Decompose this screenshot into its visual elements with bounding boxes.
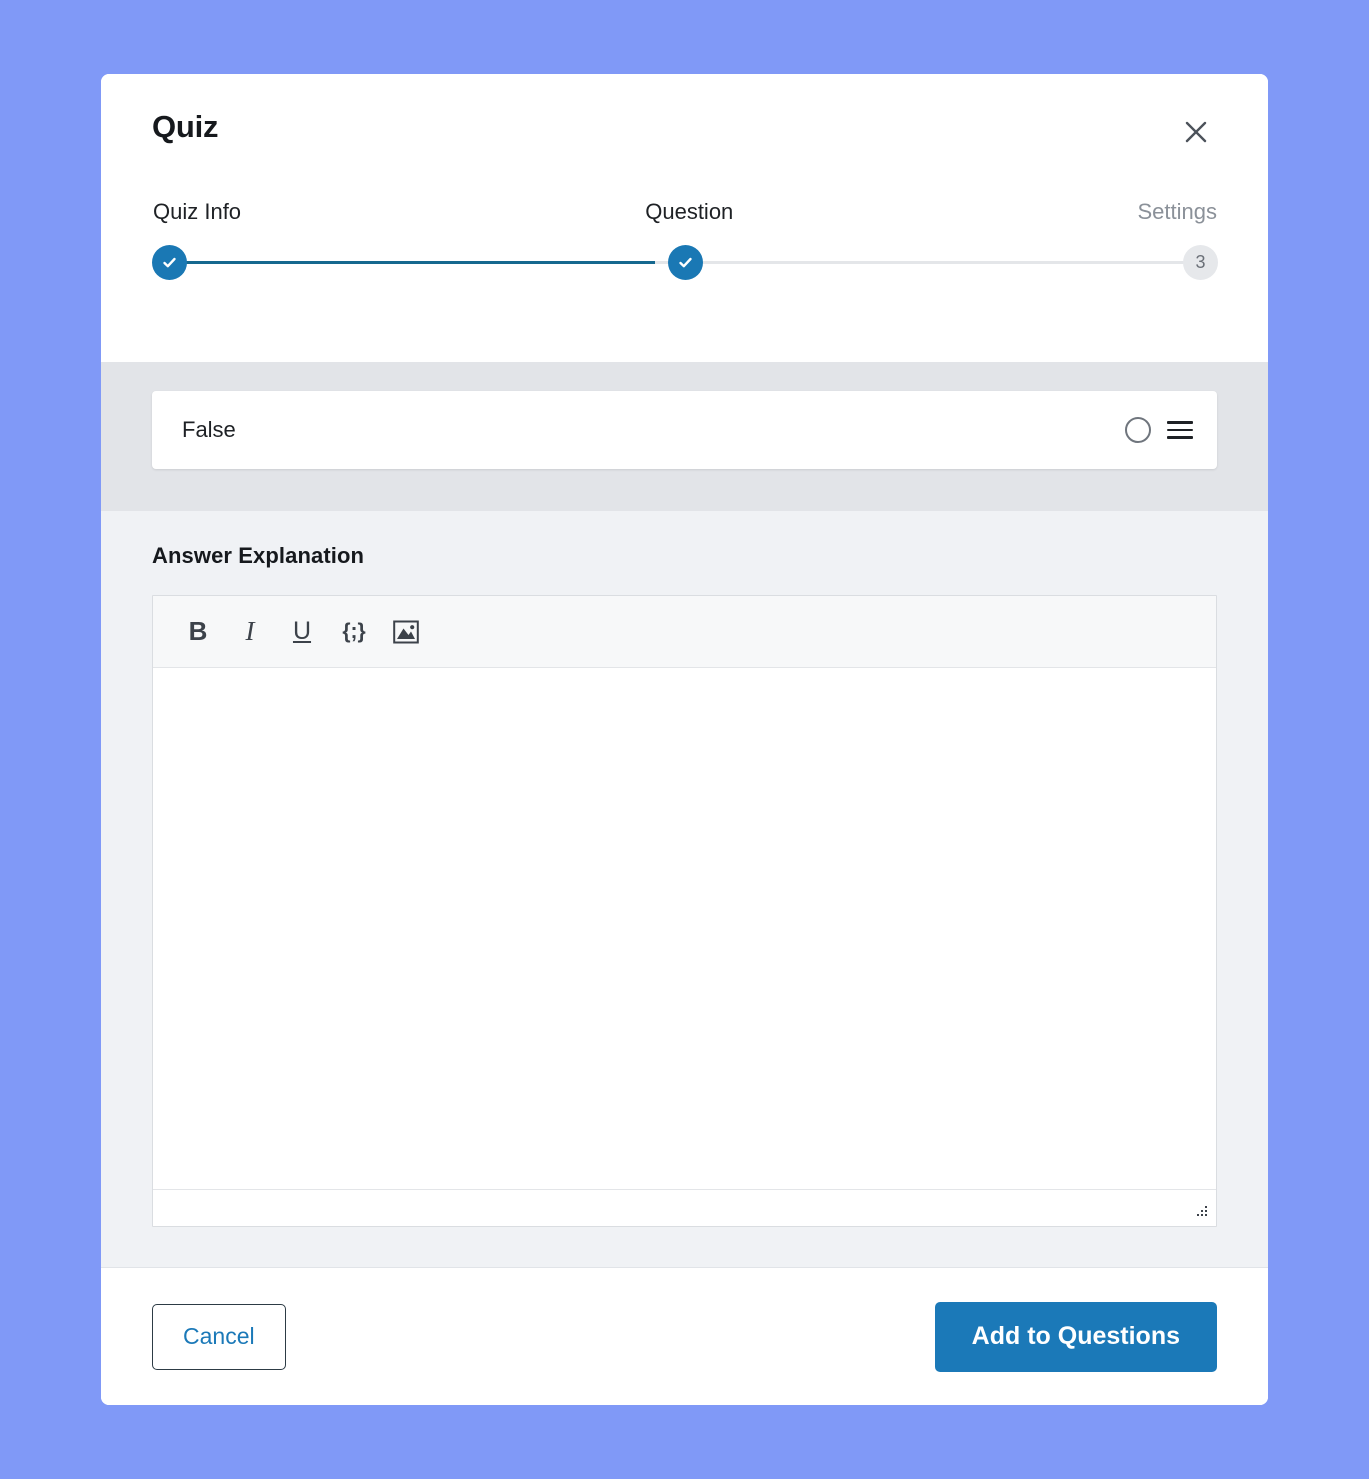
add-to-questions-button[interactable]: Add to Questions [934, 1301, 1217, 1372]
close-icon [1185, 121, 1207, 143]
stepper-label-quiz-info: Quiz Info [153, 199, 242, 225]
drag-handle-line [1167, 428, 1193, 432]
image-icon-glyph [393, 620, 419, 643]
stepper-track: 3 [152, 245, 1218, 281]
resize-grip-icon[interactable] [1193, 1204, 1209, 1220]
stepper-label-question: Question [645, 199, 734, 225]
quiz-modal: Quiz Quiz Info Question Settings 3 False… [101, 74, 1268, 1405]
answer-text: False [182, 417, 236, 442]
answer-actions [1125, 417, 1195, 443]
editor-toolbar: B I U {;} [153, 596, 1216, 668]
close-button[interactable] [1176, 112, 1216, 152]
answer-explanation-label: Answer Explanation [152, 543, 365, 568]
stepper-label-settings: Settings [1137, 199, 1217, 225]
answer-explanation-section: Answer Explanation B I U {;} [101, 511, 1268, 1267]
rich-text-editor: B I U {;} [152, 595, 1217, 1227]
stepper-dots: 3 [152, 245, 1218, 281]
drag-handle-icon[interactable] [1165, 417, 1195, 443]
drag-handle-line [1167, 421, 1193, 424]
modal-footer: Cancel Add to Questions [101, 1267, 1268, 1405]
check-icon [678, 257, 692, 268]
cancel-button[interactable]: Cancel [152, 1303, 286, 1370]
answer-explanation-input[interactable] [153, 668, 1216, 1189]
stepper-labels: Quiz Info Question Settings [152, 201, 1218, 223]
radio-unchecked-icon[interactable] [1125, 417, 1151, 443]
underline-icon[interactable]: U [279, 609, 325, 655]
stepper-dot-quiz-info[interactable] [152, 245, 187, 281]
page-title: Quiz [152, 109, 219, 144]
drag-handle-line [1167, 436, 1193, 439]
code-icon[interactable]: {;} [331, 609, 377, 655]
answer-row[interactable]: False [152, 391, 1217, 469]
editor-statusbar [153, 1189, 1216, 1226]
editor-body [153, 668, 1216, 1189]
check-icon [163, 257, 176, 268]
italic-icon[interactable]: I [227, 609, 273, 655]
stepper-dot-settings[interactable]: 3 [1183, 245, 1218, 281]
modal-header: Quiz Quiz Info Question Settings 3 [101, 74, 1268, 362]
answer-band: False [101, 362, 1268, 511]
stepper-dot-question[interactable] [667, 245, 703, 281]
stepper-dot-settings-number: 3 [1195, 252, 1206, 273]
stepper: Quiz Info Question Settings 3 [152, 201, 1218, 281]
bold-icon[interactable]: B [175, 609, 221, 655]
image-icon[interactable] [383, 609, 429, 655]
